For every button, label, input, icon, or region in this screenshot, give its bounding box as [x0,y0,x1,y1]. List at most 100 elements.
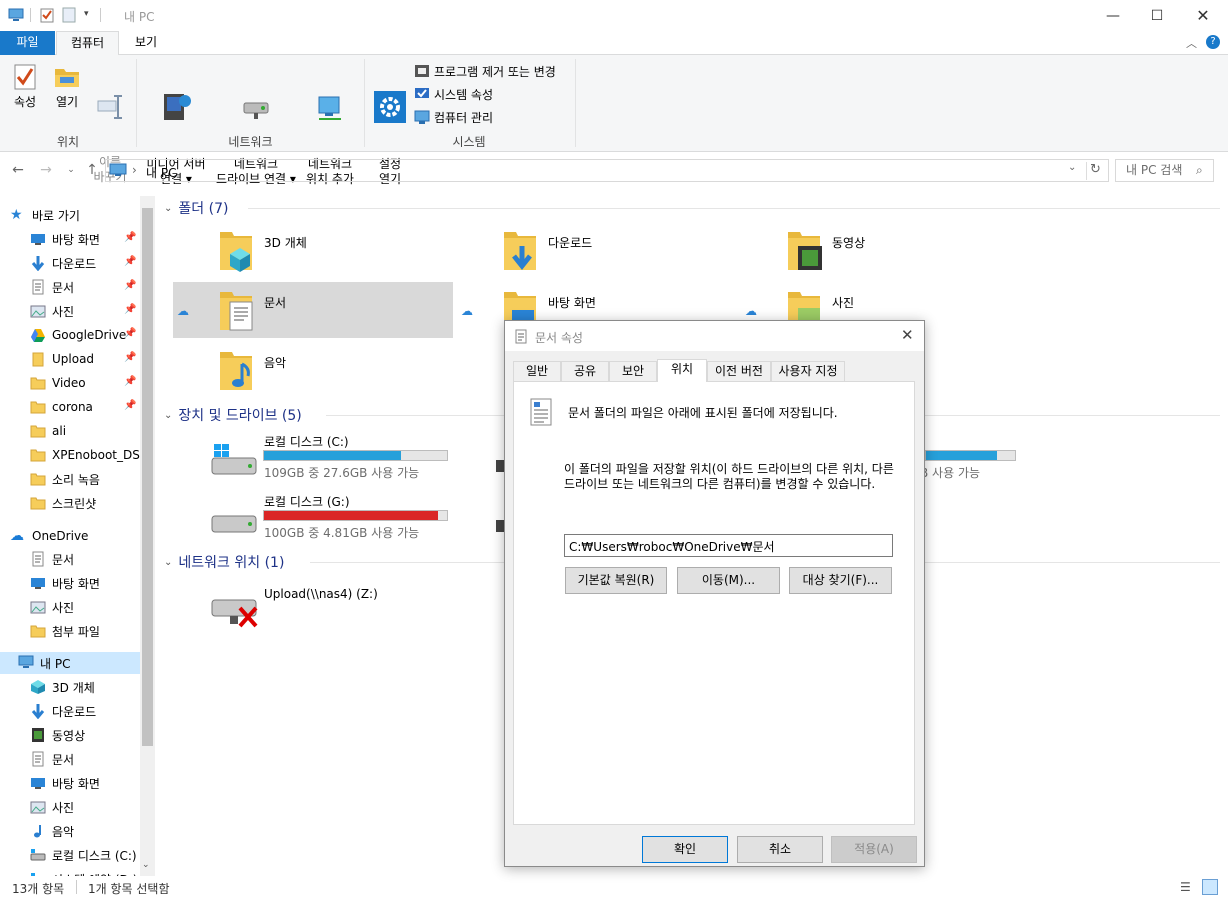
restore-default-button[interactable]: 기본값 복원(R) [565,567,667,594]
nav-item[interactable]: 소리 녹음 [30,468,155,490]
music-folder-icon [220,352,252,390]
drives-header[interactable]: ⌄ 장치 및 드라이브 (5) [164,405,302,425]
folder-videos[interactable]: 동영상 [784,228,865,274]
nav-item[interactable]: 음악 [30,820,155,842]
up-button[interactable]: ↑ [83,160,101,180]
tab-computer[interactable]: 컴퓨터 [56,31,119,56]
open-button[interactable]: 열기 [50,63,84,110]
properties-quick-icon[interactable] [40,7,54,23]
cancel-button[interactable]: 취소 [737,836,823,863]
folder-3d-objects[interactable]: 3D 개체 [216,228,307,274]
properties-button[interactable]: 속성 [8,63,42,110]
nav-item[interactable]: 시스템 예약 (D:) [30,868,155,876]
drive-c-icon [210,444,258,478]
scroll-down-icon[interactable]: ⌄ [142,860,150,870]
nav-scrollbar-thumb[interactable] [142,208,153,746]
move-button[interactable]: 이동(M)... [677,567,780,594]
refresh-icon[interactable]: ↻ [1090,162,1101,177]
folder-music[interactable]: 음악 [216,348,286,394]
location-path-input[interactable]: C:₩Users₩roboc₩OneDrive₩문서 [564,534,893,557]
computer-management-icon [414,110,430,124]
customize-quick-access-icon[interactable]: ▾ [84,9,89,19]
uninstall-program-button[interactable]: 프로그램 제거 또는 변경 [414,61,556,81]
pin-icon[interactable]: 📌 [124,400,136,411]
ok-button[interactable]: 확인 [642,836,728,863]
nav-item[interactable]: 바탕 화면 [30,772,155,794]
network-drive-z-label[interactable]: Upload(\\nas4) (Z:) [264,587,378,601]
pin-icon[interactable]: 📌 [124,352,136,363]
dialog-title-bar[interactable]: 문서 속성 ✕ [505,321,924,351]
nav-item[interactable]: 로컬 디스크 (C:) [30,844,155,866]
collapse-ribbon-icon[interactable]: ︿ [1186,35,1197,51]
videos-icon [30,727,46,743]
minimize-button[interactable]: — [1090,0,1136,31]
find-target-button[interactable]: 대상 찾기(F)... [789,567,892,594]
system-properties-button[interactable]: 시스템 속성 [414,84,493,104]
nav-item[interactable]: 스크린샷 [30,492,155,514]
dialog-close-icon[interactable]: ✕ [901,326,914,344]
tab-security[interactable]: 보안 [609,361,657,382]
selected-highlight [173,282,453,338]
large-icons-view-icon[interactable] [1202,879,1218,895]
search-input[interactable]: 내 PC 검색 ⌕ [1115,159,1214,182]
nav-item[interactable]: 문서 [30,548,155,570]
tab-general[interactable]: 일반 [513,361,561,382]
nav-item-label: 동영상 [52,728,86,743]
address-dropdown-icon[interactable]: ⌄ [1068,162,1076,173]
breadcrumb-this-pc[interactable]: 내 PC [146,164,176,181]
nav-item[interactable]: ali [30,420,155,442]
nav-item[interactable]: XPEnoboot_DS3 [30,444,155,466]
location-tab-panel: 문서 폴더의 파일은 아래에 표시된 폴더에 저장됩니다. 이 폴더의 파일을 … [513,381,915,825]
address-bar[interactable]: › 내 PC ⌄ ↻ [105,159,1109,182]
nav-item-label: 로컬 디스크 (C:) [52,848,137,863]
pin-icon[interactable]: 📌 [124,376,136,387]
nav-item[interactable]: 동영상 [30,724,155,746]
pin-icon[interactable]: 📌 [124,256,136,267]
computer-icon[interactable] [8,8,24,22]
apply-button[interactable]: 적용(A) [831,836,917,863]
folder-icon [30,623,46,639]
nav-item[interactable]: 문서 [30,748,155,770]
tab-location[interactable]: 위치 [657,359,707,382]
tab-sharing[interactable]: 공유 [561,361,609,382]
back-button[interactable]: ← [9,160,27,180]
pin-icon[interactable]: 📌 [124,304,136,315]
tab-previous-versions[interactable]: 이전 버전 [707,361,771,382]
network-header[interactable]: ⌄ 네트워크 위치 (1) [164,552,284,572]
drive-g-label[interactable]: 로컬 디스크 (G:) [264,493,350,510]
nav-item[interactable]: 사진 [30,596,155,618]
cloud-icon: ☁ [10,528,24,544]
tab-view[interactable]: 보기 [124,31,168,55]
nav-item[interactable]: 바탕 화면 [30,572,155,594]
folder-downloads[interactable]: 다운로드 [500,228,592,274]
nav-item[interactable]: 첨부 파일 [30,620,155,642]
desktop-icon [30,231,46,247]
rename-icon [96,78,124,136]
nav-onedrive[interactable]: ☁ OneDrive [10,525,150,547]
downloads-folder-icon [504,232,536,271]
tab-file[interactable]: 파일 [0,31,55,55]
nav-item[interactable]: 다운로드 [30,700,155,722]
details-view-icon[interactable]: ☰ [1180,880,1191,894]
recent-locations-button[interactable]: ⌄ [62,160,80,180]
folder-label: 다운로드 [548,236,593,250]
forward-button[interactable]: → [37,160,55,180]
pin-icon[interactable]: 📌 [124,328,136,339]
folder-documents[interactable]: 문서 [216,288,286,334]
close-button[interactable]: ✕ [1180,0,1226,31]
nav-item-label: 사진 [52,800,75,815]
nav-item[interactable]: 3D 개체 [30,676,155,698]
drive-c-label[interactable]: 로컬 디스크 (C:) [264,433,349,450]
computer-management-button[interactable]: 컴퓨터 관리 [414,107,493,127]
tab-customize[interactable]: 사용자 지정 [771,361,845,382]
pin-icon[interactable]: 📌 [124,232,136,243]
nav-item-label: Upload [52,352,95,366]
nav-quick-access[interactable]: ★ 바로 가기 [10,204,150,226]
nav-this-pc[interactable]: 내 PC [0,652,140,674]
folders-header[interactable]: ⌄ 폴더 (7) [164,198,228,218]
new-folder-quick-icon[interactable] [62,7,76,23]
help-icon[interactable]: ? [1206,35,1220,49]
pin-icon[interactable]: 📌 [124,280,136,291]
nav-item[interactable]: 사진 [30,796,155,818]
maximize-button[interactable]: ☐ [1134,0,1180,31]
